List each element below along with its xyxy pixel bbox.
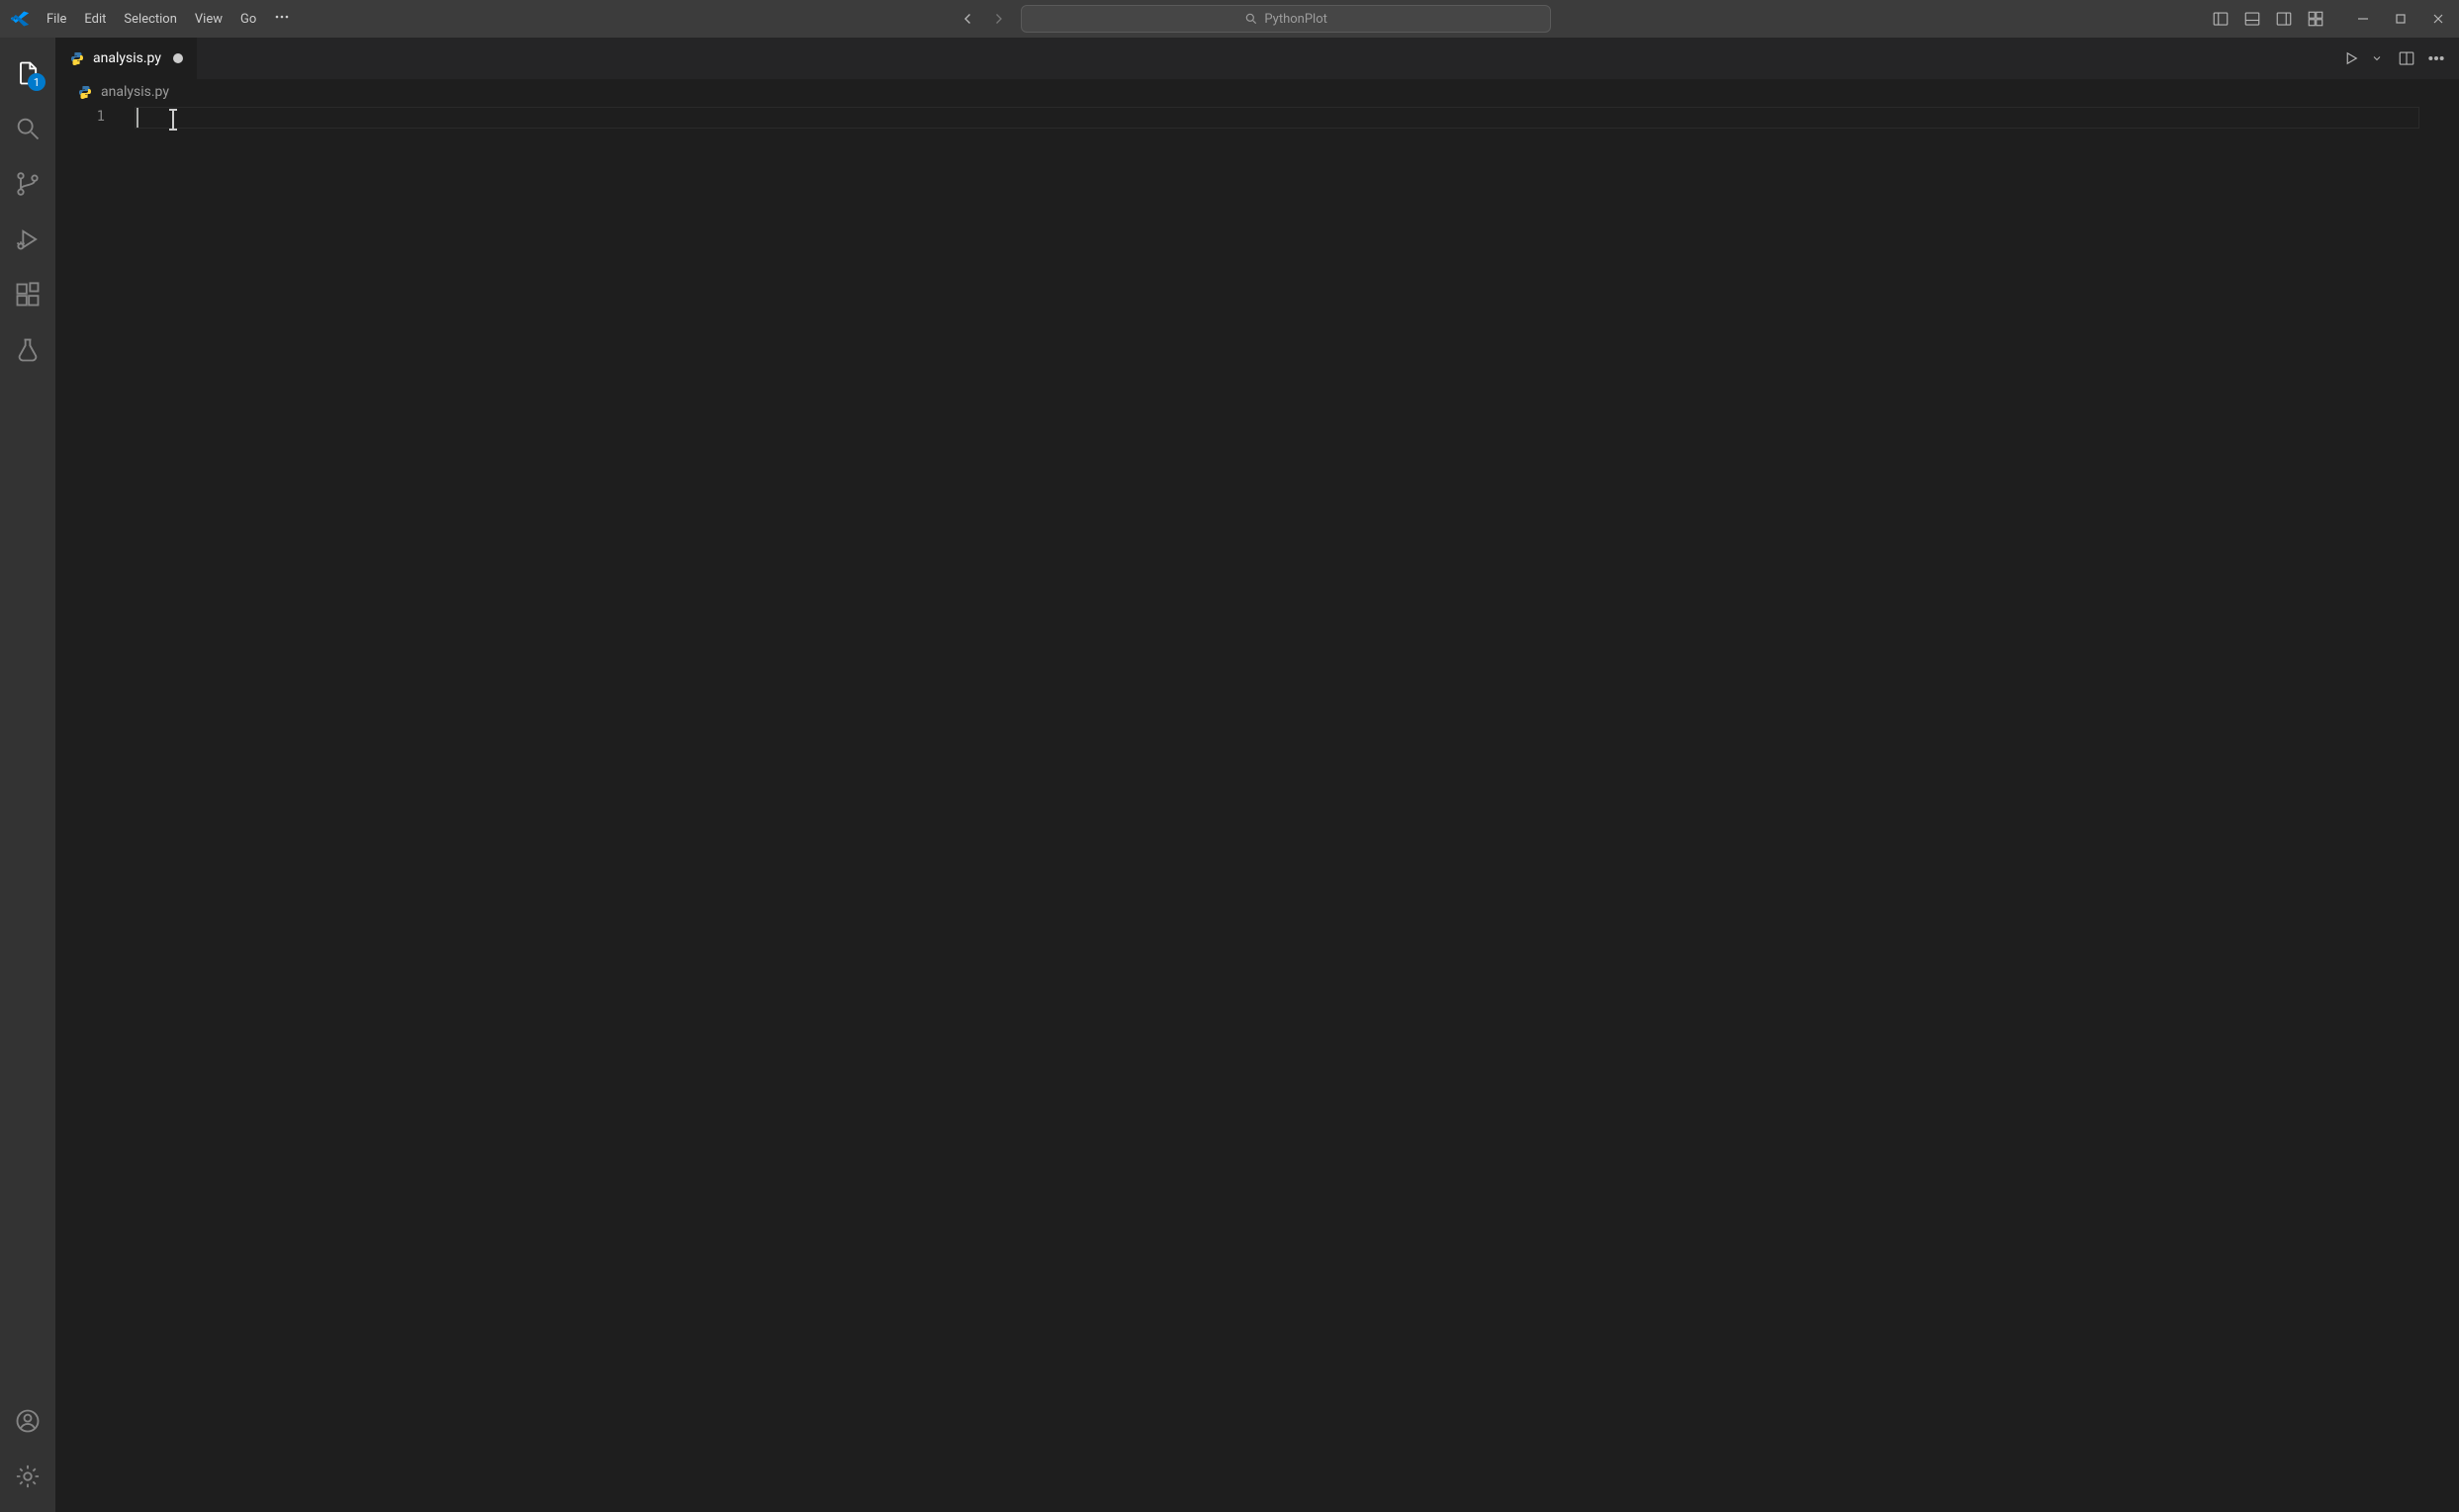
play-icon [2342,49,2360,67]
nav-back-icon[interactable] [959,10,977,28]
account-icon [14,1407,42,1435]
search-icon [14,115,42,142]
customize-layout-icon[interactable] [2307,10,2324,28]
command-center-text: PythonPlot [1264,12,1326,27]
activity-run-debug[interactable] [0,212,55,267]
python-file-icon [77,84,93,100]
vscode-logo-icon [8,9,32,29]
activity-bar: 1 [0,38,55,1512]
split-editor-button[interactable] [2398,49,2415,67]
editor-tabs: analysis.py [55,38,2459,79]
current-line-highlight [135,107,2419,129]
menu-selection[interactable]: Selection [115,8,185,31]
gear-icon [14,1463,42,1490]
activity-extensions[interactable] [0,267,55,322]
editor-group: analysis.py [55,38,2459,1512]
activity-source-control[interactable] [0,156,55,212]
activity-settings[interactable] [0,1449,55,1504]
window-maximize-icon[interactable] [2392,10,2410,28]
breadcrumb-file: analysis.py [101,84,169,100]
scrollbar[interactable] [2445,105,2459,1512]
title-bar: File Edit Selection View Go PythonPlot [0,0,2459,38]
run-button[interactable] [2342,49,2360,67]
editor-area: 1 [55,105,2459,1512]
activity-search[interactable] [0,101,55,156]
extensions-icon [14,281,42,309]
activity-accounts[interactable] [0,1393,55,1449]
menu-overflow[interactable] [265,5,299,33]
activity-testing[interactable] [0,322,55,378]
debug-icon [14,225,42,253]
tab-label: analysis.py [93,50,161,66]
explorer-badge: 1 [28,73,46,91]
tab-analysis-py[interactable]: analysis.py [55,38,198,79]
breadcrumb[interactable]: analysis.py [55,79,2459,105]
toggle-panel-icon[interactable] [2243,10,2261,28]
branch-icon [14,170,42,198]
minimap[interactable] [2431,105,2445,1512]
toggle-secondary-sidebar-icon[interactable] [2275,10,2293,28]
command-center[interactable]: PythonPlot [1021,5,1551,33]
run-dropdown[interactable] [2368,49,2386,67]
menu-file[interactable]: File [38,8,75,31]
toggle-primary-sidebar-icon[interactable] [2212,10,2230,28]
code-editor[interactable] [135,105,2431,1512]
nav-forward-icon[interactable] [989,10,1007,28]
menubar: File Edit Selection View Go [38,5,299,33]
text-caret [137,108,138,128]
tab-dirty-indicator-icon [173,53,183,63]
search-icon [1244,12,1258,26]
activity-explorer[interactable]: 1 [0,45,55,101]
menu-view[interactable]: View [186,8,231,31]
split-icon [2398,49,2415,67]
line-number-gutter: 1 [55,105,135,1512]
mouse-text-cursor-icon [172,111,174,129]
window-close-icon[interactable] [2429,10,2447,28]
python-file-icon [69,50,85,66]
ellipsis-icon [2427,49,2445,67]
line-number: 1 [55,109,105,125]
beaker-icon [14,336,42,364]
editor-more-actions[interactable] [2427,49,2445,67]
menu-edit[interactable]: Edit [75,8,115,31]
window-minimize-icon[interactable] [2354,10,2372,28]
chevron-down-icon [2371,52,2383,64]
menu-go[interactable]: Go [231,8,265,31]
